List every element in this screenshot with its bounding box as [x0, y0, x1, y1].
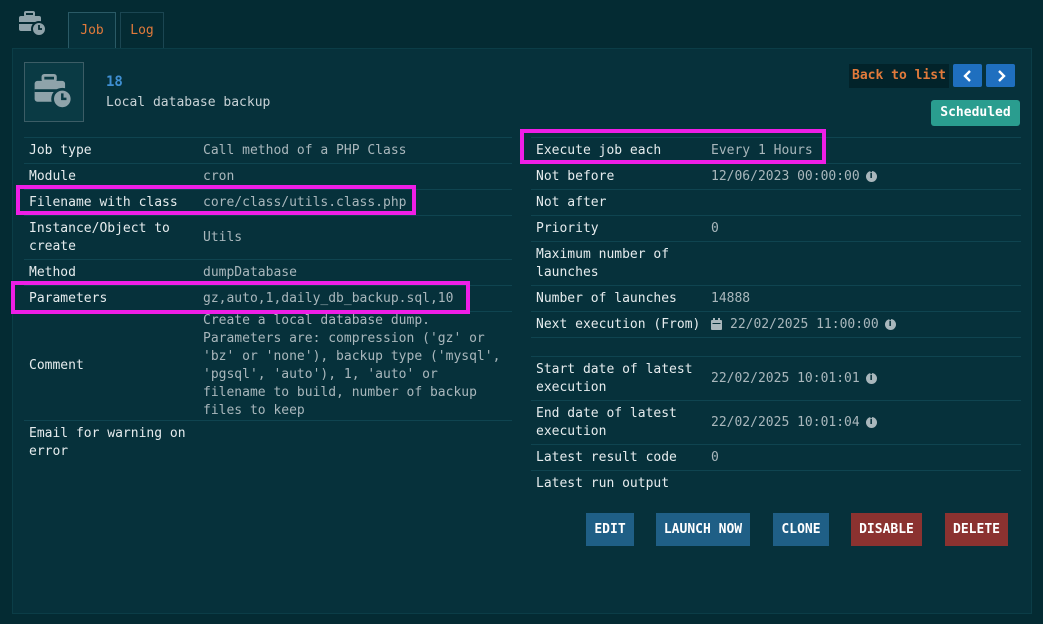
job-schedule-table: Execute job each Every 1 Hours Not befor…: [531, 137, 1021, 497]
field-value: [706, 470, 1021, 497]
clone-button[interactable]: CLONE: [773, 513, 829, 546]
field-label: Email for warning on error: [24, 420, 198, 465]
field-row-next-execution: Next execution (From) 22/02/2025 11:00:0…: [531, 311, 1021, 338]
field-label: Comment: [24, 311, 198, 421]
field-label: Job type: [24, 137, 198, 164]
field-label: End date of latest execution: [531, 400, 706, 445]
briefcase-clock-icon: [19, 11, 47, 37]
field-value: 14888: [706, 285, 1021, 312]
field-label: Latest result code: [531, 444, 706, 471]
field-value: [706, 189, 1021, 216]
info-icon[interactable]: i: [884, 318, 896, 330]
field-value-text: 22/02/2025 10:01:04: [711, 414, 860, 430]
field-value: Utils: [198, 215, 512, 260]
tab-log[interactable]: Log: [120, 12, 164, 48]
field-value-text: 22/02/2025 10:01:01: [711, 370, 860, 386]
field-value: Every 1 Hours: [706, 137, 1021, 164]
info-icon[interactable]: i: [865, 170, 877, 182]
calendar-icon: [711, 318, 722, 330]
briefcase-clock-icon: [34, 74, 74, 110]
field-value: Create a local database dump. Parameters…: [198, 311, 512, 421]
field-row-launch-count: Number of launches 14888: [531, 285, 1021, 312]
field-row-max-launches: Maximum number of launches: [531, 241, 1021, 286]
field-value: [706, 241, 1021, 286]
field-label: Maximum number of launches: [531, 241, 706, 286]
info-icon[interactable]: i: [865, 416, 877, 428]
field-value-text: 22/02/2025 11:00:00: [730, 316, 879, 332]
delete-button[interactable]: DELETE: [945, 513, 1008, 546]
field-value: gz,auto,1,daily_db_backup.sql,10: [198, 285, 512, 312]
previous-button[interactable]: [953, 64, 982, 87]
field-row-instance: Instance/Object to create Utils: [24, 215, 512, 260]
back-to-list-link[interactable]: Back to list: [849, 64, 949, 88]
field-row-not-after: Not after: [531, 189, 1021, 216]
field-label: Latest run output: [531, 470, 706, 497]
field-value: cron: [198, 163, 512, 190]
tab-job[interactable]: Job: [68, 12, 116, 48]
field-row-method: Method dumpDatabase: [24, 259, 512, 286]
info-icon[interactable]: i: [865, 372, 877, 384]
chevron-right-icon: [997, 69, 1006, 82]
field-label: Start date of latest execution: [531, 356, 706, 401]
field-label: Execute job each: [531, 137, 706, 164]
edit-button[interactable]: EDIT: [586, 513, 634, 546]
field-value: 22/02/2025 11:00:00 i: [706, 311, 1021, 338]
field-value: 0: [706, 444, 1021, 471]
field-row-result-code: Latest result code 0: [531, 444, 1021, 471]
disable-button[interactable]: DISABLE: [851, 513, 922, 546]
field-row-parameters: Parameters gz,auto,1,daily_db_backup.sql…: [24, 285, 512, 312]
field-value: [706, 337, 1021, 357]
field-value: 12/06/2023 00:00:00 i: [706, 163, 1021, 190]
job-label: Local database backup: [106, 95, 271, 110]
field-value: core/class/utils.class.php: [198, 189, 512, 216]
status-badge: Scheduled: [931, 100, 1020, 126]
field-value: dumpDatabase: [198, 259, 512, 286]
field-row-email-warning: Email for warning on error: [24, 420, 512, 465]
field-value: 22/02/2025 10:01:04 i: [706, 400, 1021, 445]
field-row-spacer: [531, 337, 1021, 357]
job-picto: [24, 62, 84, 122]
field-row-comment: Comment Create a local database dump. Pa…: [24, 311, 512, 421]
field-row-run-output: Latest run output: [531, 470, 1021, 497]
job-id: 18: [106, 74, 123, 90]
field-row-priority: Priority 0: [531, 215, 1021, 242]
next-button[interactable]: [986, 64, 1015, 87]
field-label: Module: [24, 163, 198, 190]
field-row-frequency: Execute job each Every 1 Hours: [531, 137, 1021, 164]
field-value: 0: [706, 215, 1021, 242]
field-value: Call method of a PHP Class: [198, 137, 512, 164]
chevron-left-icon: [962, 69, 971, 82]
field-label: Not after: [531, 189, 706, 216]
field-label: Priority: [531, 215, 706, 242]
field-row-module: Module cron: [24, 163, 512, 190]
field-row-filename: Filename with class core/class/utils.cla…: [24, 189, 512, 216]
field-label: Not before: [531, 163, 706, 190]
field-row-not-before: Not before 12/06/2023 00:00:00 i: [531, 163, 1021, 190]
field-row-job-type: Job type Call method of a PHP Class: [24, 137, 512, 164]
field-row-latest-start: Start date of latest execution 22/02/202…: [531, 356, 1021, 401]
field-value: 22/02/2025 10:01:01 i: [706, 356, 1021, 401]
field-label: Parameters: [24, 285, 198, 312]
field-label: Number of launches: [531, 285, 706, 312]
field-label: Next execution (From): [531, 311, 706, 338]
field-label: [531, 337, 706, 357]
field-row-latest-end: End date of latest execution 22/02/2025 …: [531, 400, 1021, 445]
field-label: Instance/Object to create: [24, 215, 198, 260]
top-bar: Job Log: [0, 0, 1043, 48]
job-definition-table: Job type Call method of a PHP Class Modu…: [24, 137, 512, 465]
launch-now-button[interactable]: LAUNCH NOW: [656, 513, 750, 546]
field-label: Filename with class: [24, 189, 198, 216]
field-value-text: 12/06/2023 00:00:00: [711, 168, 860, 184]
field-label: Method: [24, 259, 198, 286]
field-value: [198, 420, 512, 465]
